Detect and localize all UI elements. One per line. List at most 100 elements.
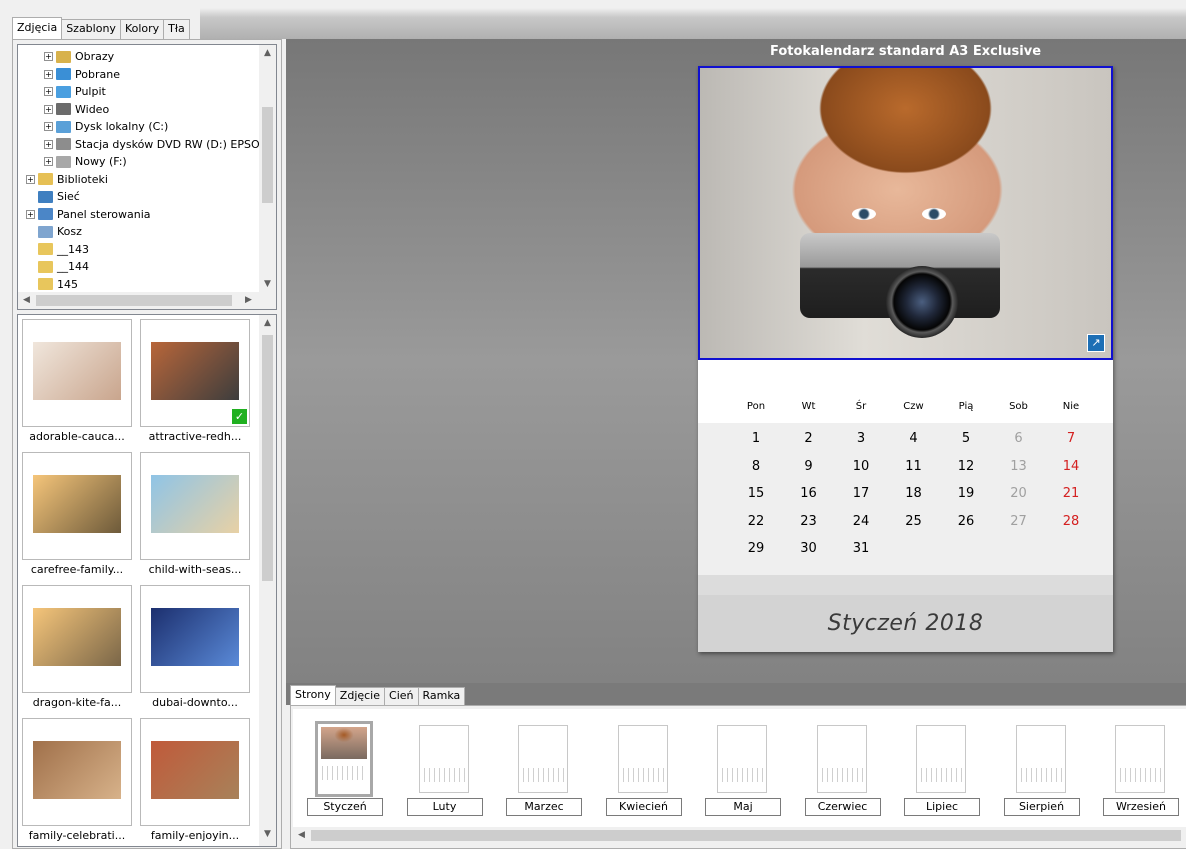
tree-item[interactable]: + Wideo — [44, 101, 109, 118]
day-cell[interactable]: 6 — [999, 431, 1039, 446]
thumbnail-frame[interactable] — [22, 718, 132, 826]
page-label[interactable]: Maj — [705, 798, 781, 816]
day-cell[interactable]: 5 — [946, 431, 986, 446]
pages-scroll-left-icon[interactable]: ◀ — [293, 830, 310, 840]
day-cell[interactable]: 14 — [1051, 459, 1091, 474]
day-cell[interactable]: 26 — [946, 514, 986, 529]
tree-item[interactable]: 145 — [26, 276, 78, 293]
day-cell[interactable]: 9 — [789, 459, 829, 474]
tree-scroll-right-icon[interactable]: ▶ — [240, 295, 257, 305]
day-cell[interactable]: 1 — [736, 431, 776, 446]
page-thumbnail[interactable]: Wrzesień — [1103, 721, 1179, 816]
tree-vertical-scrollbar[interactable]: ▲ ▼ — [259, 45, 276, 293]
tree-scroll-down-icon[interactable]: ▼ — [259, 279, 276, 289]
tree-item[interactable]: + Nowy (F:) — [44, 153, 127, 170]
thumbnail-frame[interactable] — [140, 718, 250, 826]
tree-scroll-left-icon[interactable]: ◀ — [18, 295, 35, 305]
tree-expander-icon[interactable]: + — [44, 104, 53, 114]
tree-item[interactable]: + Stacja dysków DVD RW (D:) EPSON — [44, 136, 268, 153]
day-cell[interactable]: 2 — [789, 431, 829, 446]
page-thumbnail[interactable]: Maj — [705, 721, 781, 816]
day-cell[interactable]: 22 — [736, 514, 776, 529]
photo-thumbnail[interactable]: carefree-family... — [22, 452, 132, 582]
page-label[interactable]: Czerwiec — [804, 798, 881, 816]
day-cell[interactable]: 31 — [841, 541, 881, 556]
tree-item[interactable]: + Pobrane — [44, 66, 120, 83]
day-cell[interactable]: 4 — [894, 431, 934, 446]
day-cell[interactable]: 3 — [841, 431, 881, 446]
tree-item[interactable]: __144 — [26, 258, 89, 275]
day-cell[interactable]: 12 — [946, 459, 986, 474]
day-cell[interactable]: 20 — [999, 486, 1039, 501]
thumbnail-frame[interactable] — [140, 452, 250, 560]
page-label[interactable]: Styczeń — [307, 798, 383, 816]
tab-cien[interactable]: Cień — [384, 687, 419, 705]
thumbnail-frame[interactable] — [22, 585, 132, 693]
day-cell[interactable]: 21 — [1051, 486, 1091, 501]
photo-thumbnail[interactable]: family-enjoyin... — [140, 718, 250, 846]
tree-expander-icon[interactable]: + — [44, 157, 53, 166]
tree-expander-icon[interactable]: + — [44, 122, 53, 131]
thumbs-scroll-down-icon[interactable]: ▼ — [259, 829, 276, 839]
page-thumbnail[interactable]: Marzec — [506, 721, 582, 816]
tree-expander-icon[interactable]: + — [44, 69, 53, 79]
resize-icon[interactable]: ↗ — [1087, 334, 1105, 352]
tab-strony[interactable]: Strony — [290, 685, 336, 705]
tree-hscroll-thumb[interactable] — [36, 295, 232, 306]
photo-thumbnail[interactable]: adorable-cauca... — [22, 319, 132, 449]
tree-scroll-up-icon[interactable]: ▲ — [259, 48, 276, 58]
photo-thumbnail[interactable]: dragon-kite-fa... — [22, 585, 132, 715]
tab-tla[interactable]: Tła — [163, 19, 190, 39]
day-cell[interactable]: 15 — [736, 486, 776, 501]
tab-zdjecia[interactable]: Zdjęcia — [12, 17, 63, 39]
day-cell[interactable]: 19 — [946, 486, 986, 501]
thumbnail-frame[interactable] — [22, 319, 132, 427]
day-cell[interactable]: 11 — [894, 459, 934, 474]
tree-item[interactable]: + Obrazy — [44, 48, 114, 65]
tab-zdjecie[interactable]: Zdjęcie — [334, 687, 386, 705]
tree-item[interactable]: + Biblioteki — [26, 171, 108, 188]
pages-horizontal-scrollbar[interactable]: ◀ — [293, 827, 1186, 844]
day-cell[interactable]: 23 — [789, 514, 829, 529]
thumbs-scroll-up-icon[interactable]: ▲ — [259, 318, 276, 328]
tree-expander-icon[interactable]: + — [44, 87, 53, 96]
page-thumbnail[interactable]: Kwiecień — [605, 721, 682, 816]
tree-expander-icon[interactable]: + — [44, 52, 53, 61]
day-cell[interactable]: 7 — [1051, 431, 1091, 446]
page-thumbnail[interactable]: Styczeń — [307, 721, 383, 816]
tree-expander-icon[interactable]: + — [26, 209, 35, 219]
thumbs-vertical-scrollbar[interactable]: ▲ ▼ — [259, 315, 276, 846]
thumbnail-frame[interactable] — [22, 452, 132, 560]
day-cell[interactable]: 28 — [1051, 514, 1091, 529]
tree-item[interactable]: + Panel sterowania — [26, 206, 151, 223]
tree-item[interactable]: Kosz — [26, 223, 82, 240]
page-label[interactable]: Luty — [406, 798, 483, 816]
day-cell[interactable]: 17 — [841, 486, 881, 501]
tree-item[interactable]: __143 — [26, 241, 89, 258]
page-thumbnail[interactable]: Sierpień — [1003, 721, 1080, 816]
day-cell[interactable]: 13 — [999, 459, 1039, 474]
tree-item[interactable]: Sieć — [26, 188, 80, 205]
day-cell[interactable]: 27 — [999, 514, 1039, 529]
day-cell[interactable]: 25 — [894, 514, 934, 529]
thumbnail-frame[interactable] — [140, 585, 250, 693]
calendar-photo[interactable]: ↗ — [698, 66, 1113, 360]
page-label[interactable]: Wrzesień — [1103, 798, 1179, 816]
pages-scroll-thumb[interactable] — [311, 830, 1181, 841]
tree-item[interactable]: + Pulpit — [44, 83, 106, 100]
tab-szablony[interactable]: Szablony — [61, 19, 121, 39]
photo-thumbnail[interactable]: ✓ attractive-redh... — [140, 319, 250, 449]
page-thumbnail[interactable]: Luty — [406, 721, 483, 816]
page-thumbnail[interactable]: Lipiec — [904, 721, 980, 816]
tree-item[interactable]: + Dysk lokalny (C:) — [44, 118, 168, 135]
day-cell[interactable]: 10 — [841, 459, 881, 474]
tree-scroll-thumb[interactable] — [262, 107, 273, 203]
day-cell[interactable]: 29 — [736, 541, 776, 556]
page-thumbnail[interactable]: Czerwiec — [804, 721, 881, 816]
tree-horizontal-scrollbar[interactable]: ◀ ▶ — [18, 292, 259, 309]
day-cell[interactable]: 18 — [894, 486, 934, 501]
photo-thumbnail[interactable]: child-with-seas... — [140, 452, 250, 582]
photo-thumbnail[interactable]: dubai-downto... — [140, 585, 250, 715]
page-label[interactable]: Lipiec — [904, 798, 980, 816]
tab-kolory[interactable]: Kolory — [119, 19, 165, 39]
